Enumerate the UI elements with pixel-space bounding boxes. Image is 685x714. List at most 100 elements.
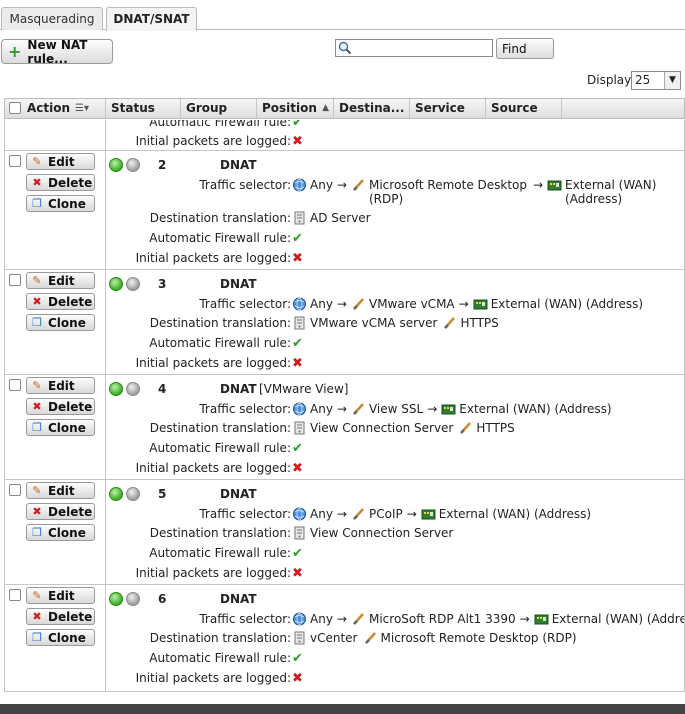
status-disabled-toggle[interactable] (126, 382, 140, 396)
arrow-right-icon: → (406, 507, 417, 521)
destination-value[interactable]: External (WAN) (Address) (439, 507, 591, 521)
delete-icon: ✖ (32, 610, 42, 623)
service-icon (353, 403, 364, 415)
column-menu-icon[interactable]: ☰▾ (75, 99, 89, 118)
translation-service-value[interactable]: Microsoft Remote Desktop (RDP) (381, 631, 577, 645)
column-position[interactable]: Position ▲ (257, 99, 334, 118)
delete-button[interactable]: ✖ Delete (26, 293, 95, 310)
status-enabled-toggle[interactable] (109, 277, 123, 291)
row-select-checkbox[interactable] (9, 484, 21, 496)
clone-button[interactable]: ❐ Clone (26, 629, 95, 646)
edit-button[interactable]: ✎ Edit (26, 153, 95, 170)
destination-value[interactable]: External (WAN) (Address) (565, 178, 660, 206)
cross-icon: ✖ (292, 356, 303, 371)
row-select-checkbox[interactable] (9, 274, 21, 286)
server-icon (294, 421, 305, 435)
pencil-icon: ✎ (32, 589, 42, 602)
display-label: Display: (587, 73, 635, 87)
tab-masquerading[interactable]: Masquerading (1, 7, 103, 30)
status-enabled-toggle[interactable] (109, 487, 123, 501)
status-enabled-toggle[interactable] (109, 592, 123, 606)
automatic-firewall-value: ✔ (292, 441, 303, 456)
status-enabled-toggle[interactable] (109, 382, 123, 396)
delete-button[interactable]: ✖ Delete (26, 398, 95, 415)
tab-dnat-snat[interactable]: DNAT/SNAT (106, 7, 197, 31)
translation-host-value[interactable]: AD Server (310, 211, 371, 225)
row-select-checkbox[interactable] (9, 155, 21, 167)
rule-position: 6 (158, 592, 167, 606)
translation-host-value[interactable]: View Connection Server (310, 421, 453, 435)
delete-label: Delete (48, 504, 93, 519)
service-value[interactable]: VMware vCMA (369, 297, 455, 311)
column-source[interactable]: Source (486, 99, 562, 118)
destination-value[interactable]: External (WAN) (Address) (459, 402, 611, 416)
clone-icon: ❐ (32, 526, 42, 539)
column-position-label: Position (262, 101, 317, 115)
edit-button[interactable]: ✎ Edit (26, 482, 95, 499)
translation-service-value[interactable]: HTTPS (460, 316, 498, 330)
column-group[interactable]: Group (181, 99, 257, 118)
delete-button[interactable]: ✖ Delete (26, 608, 95, 625)
chevron-down-icon: ▼ (664, 72, 680, 89)
status-disabled-toggle[interactable] (126, 592, 140, 606)
arrow-right-icon: → (336, 402, 347, 416)
delete-button[interactable]: ✖ Delete (26, 503, 95, 520)
search-input[interactable] (335, 39, 493, 57)
translation-service-value[interactable]: HTTPS (476, 421, 514, 435)
status-disabled-toggle[interactable] (126, 158, 140, 172)
service-value[interactable]: Microsoft Remote Desktop (RDP) (369, 178, 529, 206)
display-count-select[interactable]: 25 ▼ (631, 71, 681, 90)
traffic-selector-value: Any → PCoIP → External (WAN) (Address) (292, 507, 591, 521)
clone-button[interactable]: ❐ Clone (26, 314, 95, 331)
service-icon (364, 632, 376, 644)
initial-packets-value: ✖ (292, 251, 303, 266)
status-enabled-toggle[interactable] (109, 158, 123, 172)
clone-label: Clone (48, 420, 86, 435)
service-value[interactable]: View SSL (369, 402, 423, 416)
status-disabled-toggle[interactable] (126, 277, 140, 291)
table-header: Action ☰▾ Status Group Position ▲ Destin… (4, 98, 685, 119)
traffic-selector-value: Any → MicroSoft RDP Alt1 3390 → External (WA… (292, 612, 684, 626)
row-select-checkbox[interactable] (9, 589, 21, 601)
service-value[interactable]: PCoIP (369, 507, 403, 521)
select-all-checkbox[interactable] (9, 102, 21, 114)
edit-button[interactable]: ✎ Edit (26, 587, 95, 604)
delete-label: Delete (48, 609, 93, 624)
source-value[interactable]: Any (310, 178, 333, 192)
arrow-right-icon: → (336, 507, 347, 521)
column-destination[interactable]: Destina... (334, 99, 410, 118)
service-value[interactable]: MicroSoft RDP Alt1 3390 (369, 612, 516, 626)
initial-packets-value: ✖ (292, 356, 303, 371)
traffic-selector-label: Traffic selector: (199, 507, 291, 521)
rule-comment: [VMware View] (259, 382, 349, 396)
source-value[interactable]: Any (310, 297, 333, 311)
find-button[interactable]: Find (496, 38, 554, 59)
checkmark-icon: ✔ (292, 546, 303, 561)
destination-value[interactable]: External (WAN) (Address) (552, 612, 684, 626)
column-status[interactable]: Status (106, 99, 181, 118)
column-action[interactable]: Action ☰▾ (5, 99, 106, 118)
clone-button[interactable]: ❐ Clone (26, 419, 95, 436)
source-value[interactable]: Any (310, 402, 333, 416)
new-nat-rule-button[interactable]: + New NAT rule... (1, 38, 113, 66)
source-value[interactable]: Any (310, 507, 333, 521)
translation-host-value[interactable]: View Connection Server (310, 526, 453, 540)
network-interface-icon (441, 404, 456, 415)
table-row: ✎ Edit ✖ Delete ❐ Clone 4 DNAT [VMware View] Traf… (5, 375, 684, 480)
status-disabled-toggle[interactable] (126, 487, 140, 501)
source-value[interactable]: Any (310, 612, 333, 626)
edit-button[interactable]: ✎ Edit (26, 377, 95, 394)
translation-host-value[interactable]: vCenter (310, 631, 358, 645)
arrow-right-icon: → (336, 612, 347, 626)
translation-host-value[interactable]: VMware vCMA server (310, 316, 437, 330)
clone-button[interactable]: ❐ Clone (26, 524, 95, 541)
delete-button[interactable]: ✖ Delete (26, 174, 95, 191)
column-service[interactable]: Service (410, 99, 486, 118)
clone-button[interactable]: ❐ Clone (26, 195, 95, 212)
cross-icon: ✖ (292, 251, 303, 266)
edit-button[interactable]: ✎ Edit (26, 272, 95, 289)
destination-value[interactable]: External (WAN) (Address) (491, 297, 643, 311)
edit-label: Edit (48, 588, 75, 603)
row-select-checkbox[interactable] (9, 379, 21, 391)
rule-position: 4 (158, 382, 167, 396)
